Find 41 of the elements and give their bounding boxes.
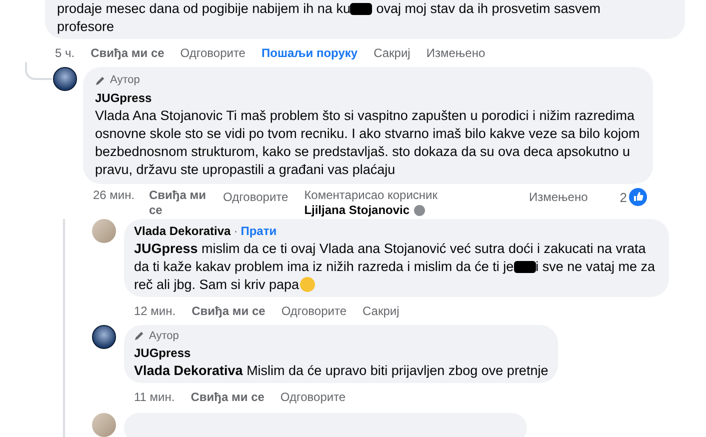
reaction-count[interactable]: 2: [620, 188, 627, 207]
time-link[interactable]: 5 ч.: [55, 44, 75, 62]
commenter-name[interactable]: Ljiljana Stojanovic: [304, 202, 410, 218]
edited-label: Измењено: [528, 188, 588, 206]
separator-dot: ·: [234, 222, 238, 240]
info-icon[interactable]: [414, 204, 425, 216]
comment-text: Vlada Dekorativa Mislim da će upravo biti prijavljen zbog ove pretnje: [134, 362, 548, 380]
like-button[interactable]: Свиђа ми се: [190, 388, 264, 406]
like-reaction-icon: [629, 188, 647, 206]
action-link[interactable]: Сакриј: [362, 302, 400, 320]
comment-text: prodaje mesec dana od pogibije nabijem ih na ku ovaj moj stav da ih prosvetim sasvem profesore: [57, 0, 602, 36]
like-button[interactable]: Свиђа ми се: [149, 188, 207, 218]
like-button[interactable]: Свиђа ми се: [90, 44, 164, 62]
pen-icon: [95, 74, 106, 86]
pen-icon: [134, 330, 145, 342]
author-name[interactable]: JUGpress: [95, 88, 152, 106]
avatar[interactable]: [92, 324, 116, 348]
follow-link[interactable]: Прати: [240, 222, 277, 240]
action-link[interactable]: Одговорите: [180, 44, 246, 62]
author-name[interactable]: Vlada Dekorativa: [134, 222, 231, 240]
redaction-block: [514, 260, 536, 273]
comment-text: Vlada Ana Stojanovic Ti maš problem što si vaspitno zapušten u porodici i nižim razredima osnovne skole sto se vidi po tvom recniku. I ako stvarno imaš bilo kakve veze sa bilo kojom bezbednosnom strukturom, kako se predstavljaš. sto dokaza da su ova deca apsokutno u pravu, državu ste upropastili a građani vas plaćaju: [95, 106, 641, 178]
connector-line: [25, 62, 52, 80]
action-link[interactable]: Одговорите: [281, 302, 346, 320]
action-link[interactable]: Одговорите: [223, 188, 288, 206]
attribution-label: Коментарисао корисник: [304, 188, 438, 202]
action-link[interactable]: Сакриј: [374, 44, 410, 62]
author-name[interactable]: JUGpress: [134, 344, 191, 362]
like-button[interactable]: Свиђа ми се: [192, 302, 266, 320]
time-link[interactable]: 11 мин.: [134, 388, 175, 406]
redaction-block: [350, 3, 372, 16]
time-link[interactable]: 26 мин.: [93, 188, 143, 202]
action-link[interactable]: Измењено: [426, 44, 486, 62]
author-label: Аутор: [110, 73, 140, 88]
comment-text: JUGpress mislim da ce ti ovaj Vlada ana Stojanović već sutra doći i zakucati na vrata da ti kaže kakav problem ima iz nižih razreda i mislim da će ti je i sve ne vataj me za reč ali jbg. Sam si kriv papa: [134, 240, 656, 294]
author-label: Аутор: [149, 328, 179, 344]
wink-emoji-icon: [300, 277, 316, 292]
time-link[interactable]: 12 мин.: [134, 302, 176, 320]
action-link[interactable]: Одговорите: [280, 388, 346, 406]
send-message-link[interactable]: Пошаљи поруку: [261, 44, 358, 62]
avatar[interactable]: [53, 67, 77, 91]
